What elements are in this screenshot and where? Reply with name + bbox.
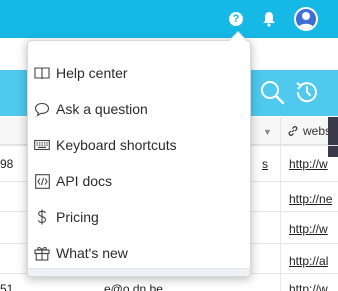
- avatar[interactable]: [292, 0, 320, 38]
- table-cell: e@o.dn.be: [104, 282, 163, 291]
- sort-caret-icon[interactable]: ▼: [263, 127, 272, 137]
- menu-item-label: Ask a question: [56, 101, 148, 117]
- table-cell-link[interactable]: http://w: [289, 222, 328, 236]
- menu-item-label: Help center: [56, 65, 128, 81]
- menu-item-label: What's new: [56, 245, 128, 261]
- menu-item-keyboard-shortcuts[interactable]: Keyboard shortcuts: [28, 127, 250, 163]
- speech-bubble-icon: [34, 101, 50, 117]
- menu-item-label: Keyboard shortcuts: [56, 137, 177, 153]
- column-header-label: webs: [303, 123, 332, 138]
- book-icon: [34, 65, 50, 81]
- bell-icon-svg: [263, 12, 275, 27]
- menu-item-label: API docs: [56, 173, 113, 189]
- top-bar: ?: [0, 0, 338, 38]
- table-cell-link[interactable]: http://ne: [289, 192, 332, 206]
- table-cell[interactable]: s: [262, 157, 268, 171]
- column-divider: [280, 117, 281, 291]
- keyboard-icon: [34, 137, 50, 153]
- scroll-edge: [328, 117, 338, 157]
- search-icon-svg: [261, 81, 285, 105]
- menu-footer: [28, 268, 250, 276]
- help-menu: Help center Ask a question Keyboard shor…: [27, 31, 251, 277]
- table-cell: 51: [0, 282, 14, 291]
- menu-item-pricing[interactable]: Pricing: [28, 199, 250, 235]
- menu-item-help-center[interactable]: Help center: [28, 55, 250, 91]
- bell-icon[interactable]: [258, 0, 280, 38]
- table-cell-link[interactable]: http://w: [289, 157, 328, 171]
- history-icon-svg: [296, 82, 317, 103]
- code-icon: [34, 173, 50, 189]
- menu-item-api-docs[interactable]: API docs: [28, 163, 250, 199]
- avatar-image: [294, 7, 318, 31]
- table-cell-link[interactable]: http://w: [289, 282, 328, 291]
- history-icon[interactable]: [293, 78, 321, 106]
- user-icon: [298, 12, 314, 29]
- help-icon-glyph: ?: [229, 12, 243, 26]
- table-cell-link[interactable]: http://al: [289, 254, 328, 268]
- gift-icon: [34, 245, 50, 261]
- search-icon[interactable]: [258, 78, 286, 106]
- dollar-icon: [34, 209, 50, 225]
- table-cell: 98: [0, 157, 14, 171]
- menu-item-ask-question[interactable]: Ask a question: [28, 91, 250, 127]
- link-icon: [288, 125, 298, 136]
- menu-item-label: Pricing: [56, 209, 99, 225]
- menu-item-whats-new[interactable]: What's new: [28, 235, 250, 271]
